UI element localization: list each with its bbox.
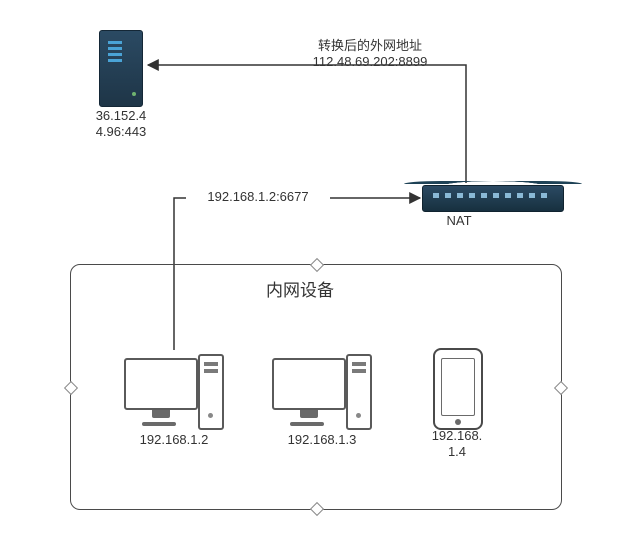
resize-handle-bottom[interactable] — [310, 502, 324, 516]
pc-icon-2 — [272, 354, 372, 426]
ext-label-l1: 转换后的外网地址 — [318, 38, 422, 53]
server-ip-l1: 36.152.4 — [96, 108, 147, 123]
resize-handle-right[interactable] — [554, 381, 568, 395]
nat-device-icon — [422, 185, 564, 212]
ext-label-l2: 112.48.69.202:8899 — [313, 54, 428, 69]
pc2-ip: 192.168.1.3 — [272, 432, 372, 448]
resize-handle-top[interactable] — [310, 258, 324, 272]
lan-title: 内网设备 — [240, 280, 360, 301]
server-ip-label: 36.152.4 4.96:443 — [86, 108, 156, 141]
server-icon — [99, 30, 143, 107]
pc-icon-1 — [124, 354, 224, 426]
pc1-ip: 192.168.1.2 — [124, 432, 224, 448]
server-ip-l2: 4.96:443 — [96, 124, 147, 139]
phone-icon — [433, 348, 483, 430]
phone-ip-l2: 1.4 — [448, 444, 466, 459]
nat-label: NAT — [434, 213, 484, 229]
external-address-label: 转换后的外网地址 112.48.69.202:8899 — [290, 38, 450, 71]
lan-source-label: 192.168.1.2:6677 — [186, 189, 330, 205]
resize-handle-left[interactable] — [64, 381, 78, 395]
phone-ip-l1: 192.168. — [432, 428, 483, 443]
phone-ip: 192.168. 1.4 — [417, 428, 497, 461]
